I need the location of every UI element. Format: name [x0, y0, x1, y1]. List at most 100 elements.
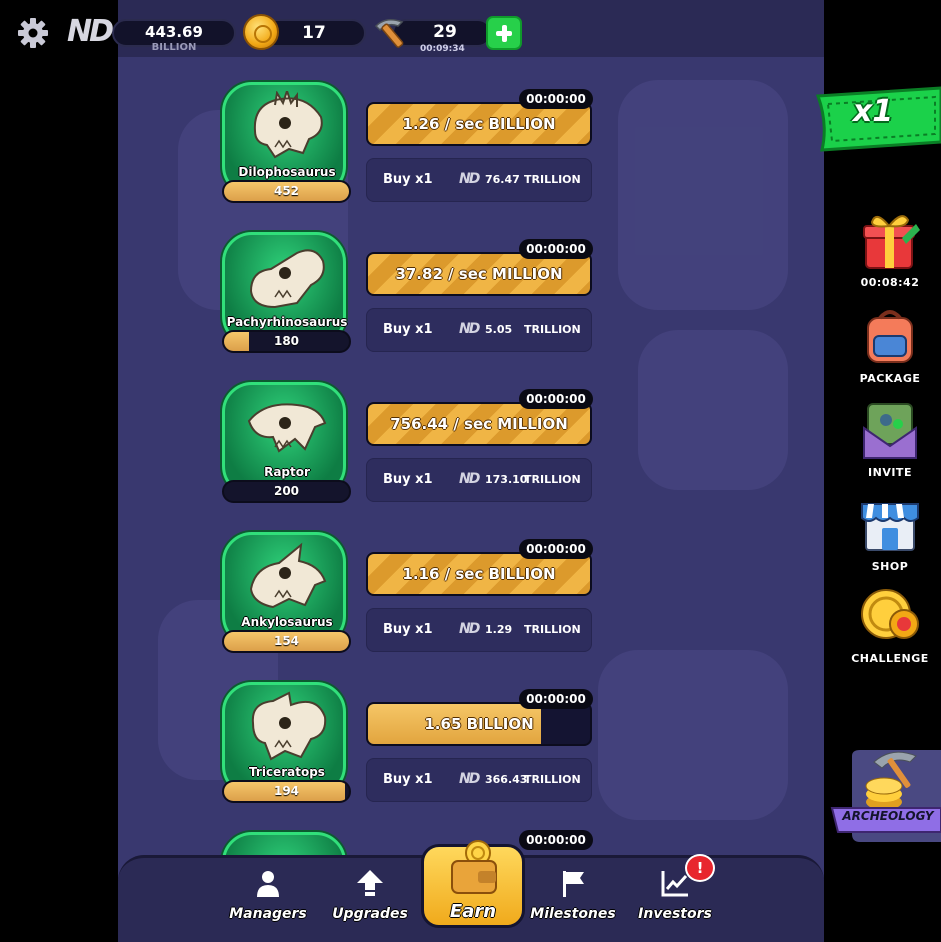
dinosaur-skull-icon [253, 91, 323, 159]
shop-button[interactable]: SHOP [848, 492, 932, 573]
buy-label: Buy x1 [383, 472, 433, 487]
nav-milestones[interactable]: Milestones [528, 868, 618, 922]
dinosaur-skull-icon [249, 249, 325, 309]
buy-cost-unit: TRILLION [524, 773, 581, 786]
package-label: PACKAGE [859, 372, 921, 385]
dinosaur-skull-icon [247, 403, 327, 453]
investors-alert-badge: ! [685, 854, 715, 882]
production-timer: 00:00:00 [519, 239, 593, 259]
nd-currency-icon: ND [459, 771, 480, 787]
production-timer: 00:00:00 [519, 689, 593, 709]
level-value: 452 [273, 184, 300, 198]
production-timer: 00:00:00 [519, 830, 593, 850]
buy-label: Buy x1 [383, 322, 433, 337]
buy-button[interactable]: Buy x1 ND 173.10 TRILLION [366, 458, 592, 502]
level-value: 194 [273, 784, 300, 798]
buy-cost-unit: TRILLION [524, 173, 581, 186]
invite-button[interactable]: INVITE [848, 398, 932, 479]
dinosaur-card[interactable]: Dilophosaurus [222, 82, 346, 196]
buy-cost: 76.47 [485, 173, 520, 186]
buy-button[interactable]: Buy x1 ND 1.29 TRILLION [366, 608, 592, 652]
income-rate: 37.82 / sec MILLION [395, 265, 563, 283]
nav-managers[interactable]: Managers [223, 868, 313, 922]
flag-icon [563, 871, 584, 897]
buy-cost-unit: TRILLION [524, 623, 581, 636]
level-value: 154 [273, 634, 300, 648]
nav-investors-label: Investors [638, 906, 712, 922]
cash-display: 443.69 BILLION [112, 19, 236, 53]
nav-earn-label: Earn [449, 901, 497, 922]
dinosaur-row: Raptor 200 756.44 / sec MILLION 00:00:00… [118, 382, 824, 532]
production-timer: 00:00:00 [519, 89, 593, 109]
nd-logo-icon: ND [67, 14, 114, 49]
cash-value: 443.69 [145, 23, 203, 41]
income-rate: 1.26 / sec BILLION [402, 115, 556, 133]
person-icon [257, 871, 279, 897]
gold-coin-icon [243, 14, 279, 50]
bottom-navigation: Managers Upgrades Earn Milestones Invest… [118, 840, 824, 942]
buy-cost-unit: TRILLION [524, 323, 581, 336]
gift-box-icon [863, 215, 920, 269]
dinosaur-skull-icon [251, 691, 327, 761]
level-bar: 194 [222, 780, 351, 803]
production-timer: 00:00:00 [519, 389, 593, 409]
cash-unit: BILLION [151, 42, 197, 53]
challenge-button[interactable]: CHALLENGE [848, 584, 932, 665]
dinosaur-skull-icon [249, 542, 327, 609]
nav-upgrades-label: Upgrades [332, 906, 408, 922]
buy-cost: 173.10 [485, 473, 528, 486]
income-rate: 756.44 / sec MILLION [390, 415, 568, 433]
dinosaur-name: Ankylosaurus [241, 615, 333, 629]
settings-gear-icon[interactable] [16, 16, 50, 50]
level-value: 200 [273, 484, 300, 498]
gift-button[interactable]: 00:08:42 [848, 208, 932, 289]
dinosaur-name: Raptor [264, 465, 310, 479]
dinosaur-row: Ankylosaurus 154 1.16 / sec BILLION 00:0… [118, 532, 824, 682]
multiplier-value[interactable]: x1 [843, 94, 903, 129]
nd-currency-icon: ND [459, 621, 480, 637]
level-bar: 154 [222, 630, 351, 653]
level-bar: 180 [222, 330, 351, 353]
buy-button[interactable]: Buy x1 ND 5.05 TRILLION [366, 308, 592, 352]
buy-button[interactable]: Buy x1 ND 366.43 TRILLION [366, 758, 592, 802]
buy-button[interactable]: Buy x1 ND 76.47 TRILLION [366, 158, 592, 202]
income-rate: 1.65 BILLION [424, 715, 534, 733]
challenge-medal-icon [861, 589, 919, 639]
nav-managers-label: Managers [229, 906, 307, 922]
dinosaur-name: Pachyrhinosaurus [226, 315, 348, 329]
nav-upgrades[interactable]: Upgrades [325, 868, 415, 922]
challenge-label: CHALLENGE [851, 652, 929, 665]
add-currency-button[interactable] [486, 16, 522, 50]
nav-earn[interactable]: Earn [421, 840, 525, 928]
shop-label: SHOP [871, 560, 909, 573]
income-rate: 1.16 / sec BILLION [402, 565, 556, 583]
dinosaur-row: Dilophosaurus 452 1.26 / sec BILLION 00:… [118, 82, 824, 232]
pickaxe-timer: 00:09:34 [420, 44, 465, 54]
nd-currency-icon: ND [459, 321, 480, 337]
archeology-button[interactable] [830, 746, 941, 842]
dinosaur-card[interactable]: Triceratops [222, 682, 346, 796]
package-button[interactable]: PACKAGE [848, 304, 932, 385]
buy-label: Buy x1 [383, 172, 433, 187]
dinosaur-card[interactable]: Pachyrhinosaurus [222, 232, 348, 346]
dinosaur-name: Dilophosaurus [238, 165, 336, 179]
buy-cost: 5.05 [485, 323, 513, 336]
wallet-coins-icon [451, 840, 497, 894]
dinosaur-list-panel[interactable]: Dilophosaurus 452 1.26 / sec BILLION 00:… [118, 0, 824, 942]
nd-currency-icon: ND [459, 171, 480, 187]
level-bar: 452 [222, 180, 351, 203]
dinosaur-card[interactable]: Ankylosaurus [222, 532, 346, 646]
coin-count: 17 [302, 23, 326, 43]
gift-timer: 00:08:42 [860, 276, 920, 289]
invite-envelope-icon [863, 403, 917, 459]
shop-storefront-icon [861, 503, 919, 551]
nd-currency-icon: ND [459, 471, 480, 487]
buy-cost: 1.29 [485, 623, 513, 636]
pickaxe-icon [374, 19, 404, 48]
buy-label: Buy x1 [383, 772, 433, 787]
dinosaur-name: Triceratops [249, 765, 325, 779]
invite-label: INVITE [868, 466, 912, 479]
dinosaur-card[interactable]: Raptor [222, 382, 346, 496]
buy-label: Buy x1 [383, 622, 433, 637]
backpack-icon [867, 310, 913, 363]
